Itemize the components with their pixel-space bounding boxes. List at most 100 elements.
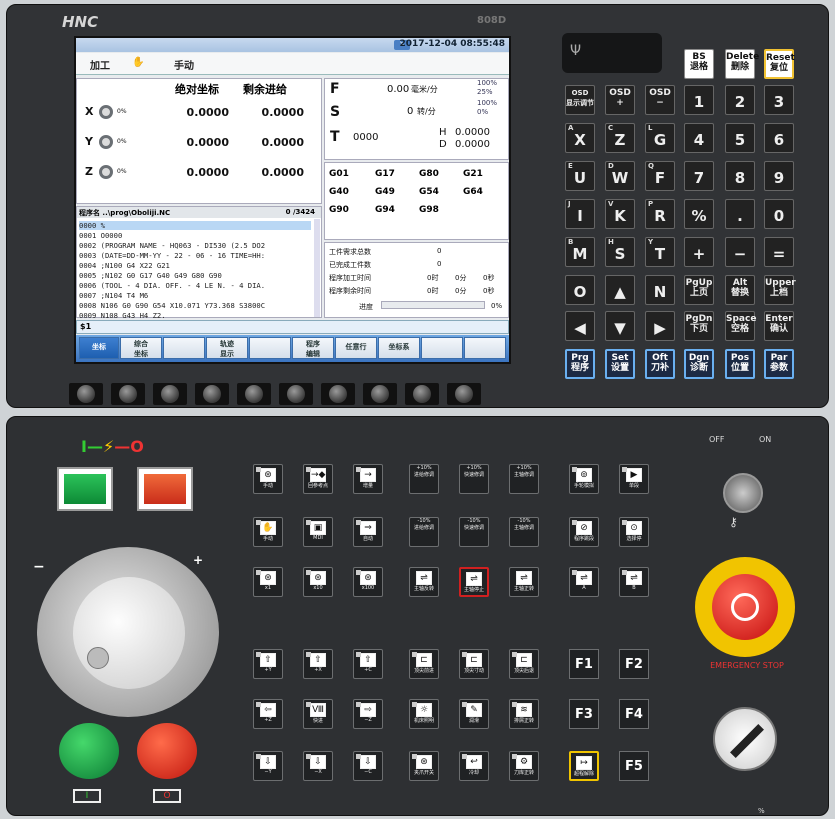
rapid-override-up-button[interactable]: +10% 快速修调 xyxy=(459,464,489,494)
b-button[interactable]: ⇌ B xyxy=(619,567,649,597)
osd-key[interactable]: OSD 显示调节 xyxy=(565,85,595,115)
function-key[interactable] xyxy=(363,383,397,405)
function-key[interactable] xyxy=(153,383,187,405)
key-w[interactable]: DW xyxy=(605,161,635,191)
softkey-any-line[interactable]: 任意行 xyxy=(335,337,377,359)
right-arrow-key[interactable]: ▶ xyxy=(645,311,675,341)
softkey-coord-system[interactable]: 坐标系 xyxy=(378,337,420,359)
key-z[interactable]: CZ xyxy=(605,123,635,153)
key-n[interactable]: N xyxy=(645,275,675,305)
delete-key[interactable]: Delete 删除 xyxy=(725,49,759,79)
jog-plus-x-button[interactable]: ⇧ +X xyxy=(303,649,333,679)
magazine-forward-button[interactable]: ⚙ 刀库正转 xyxy=(509,751,539,781)
jog-plus-z-button[interactable]: ⇦ +Z xyxy=(253,699,283,729)
key-g[interactable]: LG xyxy=(645,123,675,153)
feed-override-down-button[interactable]: -10% 进给修调 xyxy=(409,517,439,547)
single-block-button[interactable]: ▶ 单段 xyxy=(619,464,649,494)
softkey-program-edit[interactable]: 程序 编辑 xyxy=(292,337,334,359)
handwheel[interactable] xyxy=(37,547,219,717)
spindle-override-up-button[interactable]: +10% 主轴修调 xyxy=(509,464,539,494)
osd-minus-key[interactable]: OSD − xyxy=(645,85,675,115)
feed-override-dial[interactable] xyxy=(713,707,777,771)
optional-stop-button[interactable]: ⊙ 选择停 xyxy=(619,517,649,547)
key-r[interactable]: PR xyxy=(645,199,675,229)
key-t[interactable]: YT xyxy=(645,237,675,267)
jog-minus-y-button[interactable]: ⇩ −Y xyxy=(253,751,283,781)
key-5[interactable]: 5 xyxy=(725,123,755,153)
softkey-trajectory[interactable]: 轨迹 显示 xyxy=(206,337,248,359)
f1-button[interactable]: F1 xyxy=(569,649,599,679)
key-3[interactable]: 3 xyxy=(764,85,794,115)
power-on-button[interactable] xyxy=(57,467,113,511)
key-0[interactable]: 0 xyxy=(764,199,794,229)
oft-key[interactable]: Oft 刀补 xyxy=(645,349,675,379)
f5-button[interactable]: F5 xyxy=(619,751,649,781)
softkey-blank[interactable] xyxy=(421,337,463,359)
key-7[interactable]: 7 xyxy=(684,161,714,191)
upper-key[interactable]: Upper 上档 xyxy=(764,275,796,305)
key-percent[interactable]: % xyxy=(684,199,714,229)
lube-button[interactable]: ✎ 润滑 xyxy=(459,699,489,729)
key-f[interactable]: QF xyxy=(645,161,675,191)
osd-plus-key[interactable]: OSD + xyxy=(605,85,635,115)
f3-button[interactable]: F3 xyxy=(569,699,599,729)
f2-button[interactable]: F2 xyxy=(619,649,649,679)
softkey-blank[interactable] xyxy=(163,337,205,359)
tailstock-inch-button[interactable]: ⊏ 顶尖寸动 xyxy=(459,649,489,679)
key-minus[interactable]: − xyxy=(725,237,755,267)
function-key[interactable] xyxy=(447,383,481,405)
down-arrow-key[interactable]: ▼ xyxy=(605,311,635,341)
block-skip-button[interactable]: ⊘ 程序跳段 xyxy=(569,517,599,547)
f4-button[interactable]: F4 xyxy=(619,699,649,729)
reset-key[interactable]: Reset 复位 xyxy=(764,49,795,79)
pgdn-key[interactable]: PgDn 下页 xyxy=(684,311,714,341)
spindle-forward-button[interactable]: ⇌ 主轴正转 xyxy=(509,567,539,597)
chip-forward-button[interactable]: ≋ 排屑正转 xyxy=(509,699,539,729)
mode-mdi-button[interactable]: ▣ MDI xyxy=(303,517,333,547)
mode-home-button[interactable]: →◆ 回参考点 xyxy=(303,464,333,494)
key-m[interactable]: BM xyxy=(565,237,595,267)
jog-minus-x-button[interactable]: ⇩ −X xyxy=(303,751,333,781)
cycle-start-button[interactable] xyxy=(59,723,119,779)
set-key[interactable]: Set 设置 xyxy=(605,349,635,379)
step-x10-button[interactable]: ⊛ x10 xyxy=(303,567,333,597)
jog-minus-z-button[interactable]: ⇨ −Z xyxy=(353,699,383,729)
softkey-coord[interactable]: 坐标 xyxy=(79,337,119,359)
jog-minus-c-button[interactable]: ⇩ −C xyxy=(353,751,383,781)
key-6[interactable]: 6 xyxy=(764,123,794,153)
function-key[interactable] xyxy=(195,383,229,405)
key-plus[interactable]: + xyxy=(684,237,714,267)
alt-key[interactable]: Alt 替换 xyxy=(725,275,755,305)
space-key[interactable]: Space 空格 xyxy=(725,311,756,341)
pos-key[interactable]: Pos 位置 xyxy=(725,349,755,379)
key-8[interactable]: 8 xyxy=(725,161,755,191)
light-button[interactable]: ☼ 机床照明 xyxy=(409,699,439,729)
up-arrow-key[interactable]: ▲ xyxy=(605,275,635,305)
key-i[interactable]: JI xyxy=(565,199,595,229)
key-o[interactable]: O xyxy=(565,275,595,305)
feed-override-up-button[interactable]: +10% 进给修调 xyxy=(409,464,439,494)
function-key[interactable] xyxy=(405,383,439,405)
left-arrow-key[interactable]: ◀ xyxy=(565,311,595,341)
softkey-combined[interactable]: 综合 坐标 xyxy=(120,337,162,359)
mode-increment-button[interactable]: → 增量 xyxy=(353,464,383,494)
enter-key[interactable]: Enter 确认 xyxy=(764,311,794,341)
softkey-blank[interactable] xyxy=(464,337,506,359)
mode-auto-button[interactable]: ⇒ 自动 xyxy=(353,517,383,547)
key-s[interactable]: HS xyxy=(605,237,635,267)
par-key[interactable]: Par 参数 xyxy=(764,349,794,379)
pgup-key[interactable]: PgUp 上页 xyxy=(684,275,714,305)
key-1[interactable]: 1 xyxy=(684,85,714,115)
feed-hold-button[interactable] xyxy=(137,723,197,779)
key-switch[interactable] xyxy=(723,473,763,513)
power-off-button[interactable] xyxy=(137,467,193,511)
chuck-button[interactable]: ⊛ 夹爪开关 xyxy=(409,751,439,781)
spindle-reverse-button[interactable]: ⇌ 主轴反转 xyxy=(409,567,439,597)
key-equals[interactable]: = xyxy=(764,237,794,267)
mode-manual-button[interactable]: ⊛ 手动 xyxy=(253,464,283,494)
coolant-button[interactable]: ↩ 冷却 xyxy=(459,751,489,781)
key-9[interactable]: 9 xyxy=(764,161,794,191)
step-x1-button[interactable]: ⊛ x1 xyxy=(253,567,283,597)
rapid-button[interactable]: Ⅷ 快进 xyxy=(303,699,333,729)
function-key[interactable] xyxy=(279,383,313,405)
